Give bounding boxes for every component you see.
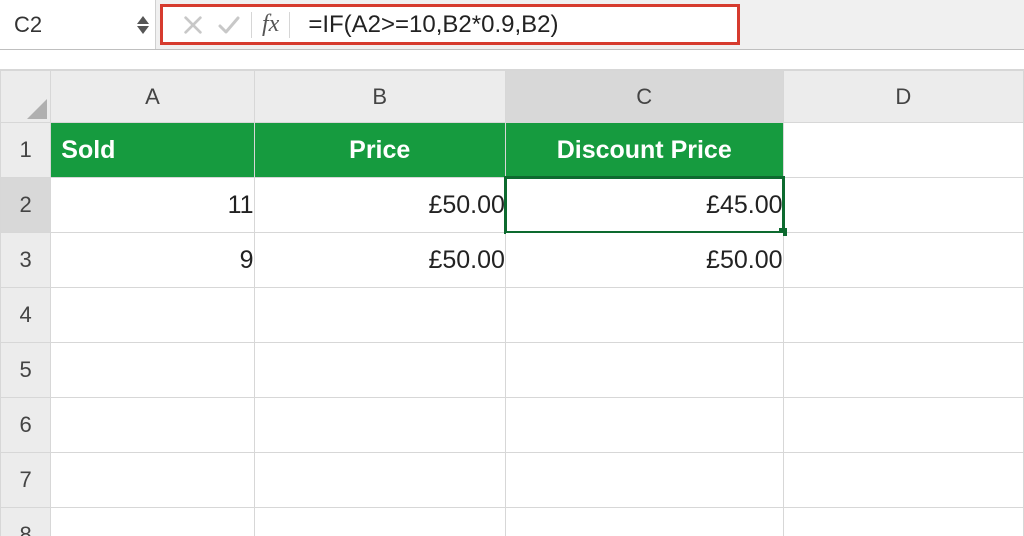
check-icon <box>217 13 241 37</box>
cell-d6[interactable] <box>783 398 1023 453</box>
row-header-5[interactable]: 5 <box>1 343 51 398</box>
fx-label[interactable]: fx <box>256 11 285 38</box>
formula-input[interactable]: =IF(A2>=10,B2*0.9,B2) <box>294 11 731 39</box>
table-row: 7 <box>1 453 1024 508</box>
cancel-formula-button[interactable] <box>175 7 211 43</box>
cell-c5[interactable] <box>505 343 783 398</box>
cell-c2[interactable]: £45.00 <box>505 178 783 233</box>
cell-b7[interactable] <box>254 453 505 508</box>
cell-b5[interactable] <box>254 343 505 398</box>
cell-a5[interactable] <box>51 343 254 398</box>
cell-b6[interactable] <box>254 398 505 453</box>
cell-c6[interactable] <box>505 398 783 453</box>
name-box-container: C2 <box>0 0 156 49</box>
cell-b1[interactable]: Price <box>254 123 505 178</box>
row-header-8[interactable]: 8 <box>1 508 51 536</box>
formula-bar-separator-2 <box>289 12 290 38</box>
table-row: 2 11 £50.00 £45.00 <box>1 178 1024 233</box>
cell-a4[interactable] <box>51 288 254 343</box>
col-header-b[interactable]: B <box>254 71 505 123</box>
row-header-6[interactable]: 6 <box>1 398 51 453</box>
spreadsheet: A B C D 1 Sold Price Discount Price 2 11… <box>0 70 1024 536</box>
cell-b8[interactable] <box>254 508 505 536</box>
cell-a3[interactable]: 9 <box>51 233 254 288</box>
row-header-7[interactable]: 7 <box>1 453 51 508</box>
col-header-d[interactable]: D <box>783 71 1023 123</box>
cell-c8[interactable] <box>505 508 783 536</box>
spinner-down-icon <box>137 26 149 34</box>
table-row: 3 9 £50.00 £50.00 <box>1 233 1024 288</box>
formula-bar-highlight: fx =IF(A2>=10,B2*0.9,B2) <box>160 4 740 45</box>
formula-bar: C2 fx =IF(A2>=10,B2*0.9,B2) <box>0 0 1024 50</box>
cell-d5[interactable] <box>783 343 1023 398</box>
cell-c4[interactable] <box>505 288 783 343</box>
cell-a6[interactable] <box>51 398 254 453</box>
cell-a2[interactable]: 11 <box>51 178 254 233</box>
name-box-spinner[interactable] <box>131 0 155 49</box>
x-icon <box>182 14 204 36</box>
row-header-1[interactable]: 1 <box>1 123 51 178</box>
cell-d7[interactable] <box>783 453 1023 508</box>
table-row: 5 <box>1 343 1024 398</box>
cell-c7[interactable] <box>505 453 783 508</box>
cell-d8[interactable] <box>783 508 1023 536</box>
col-header-a[interactable]: A <box>51 71 254 123</box>
cell-c3[interactable]: £50.00 <box>505 233 783 288</box>
row-header-4[interactable]: 4 <box>1 288 51 343</box>
spinner-up-icon <box>137 16 149 24</box>
cell-b2[interactable]: £50.00 <box>254 178 505 233</box>
select-all-corner[interactable] <box>1 71 51 123</box>
gap-strip <box>0 50 1024 70</box>
table-row: 6 <box>1 398 1024 453</box>
table-row: 8 <box>1 508 1024 536</box>
cell-a1[interactable]: Sold <box>51 123 254 178</box>
cell-a7[interactable] <box>51 453 254 508</box>
row-header-2[interactable]: 2 <box>1 178 51 233</box>
cell-b4[interactable] <box>254 288 505 343</box>
formula-bar-separator <box>251 12 252 38</box>
cell-c1[interactable]: Discount Price <box>505 123 783 178</box>
table-row: 4 <box>1 288 1024 343</box>
cell-d3[interactable] <box>783 233 1023 288</box>
name-box[interactable]: C2 <box>10 12 131 38</box>
grid: A B C D 1 Sold Price Discount Price 2 11… <box>0 70 1024 536</box>
column-header-row: A B C D <box>1 71 1024 123</box>
accept-formula-button[interactable] <box>211 7 247 43</box>
cell-b3[interactable]: £50.00 <box>254 233 505 288</box>
cell-d2[interactable] <box>783 178 1023 233</box>
cell-d1[interactable] <box>783 123 1023 178</box>
col-header-c[interactable]: C <box>505 71 783 123</box>
table-row: 1 Sold Price Discount Price <box>1 123 1024 178</box>
cell-d4[interactable] <box>783 288 1023 343</box>
cell-c2-value: £45.00 <box>706 191 782 219</box>
cell-a8[interactable] <box>51 508 254 536</box>
row-header-3[interactable]: 3 <box>1 233 51 288</box>
